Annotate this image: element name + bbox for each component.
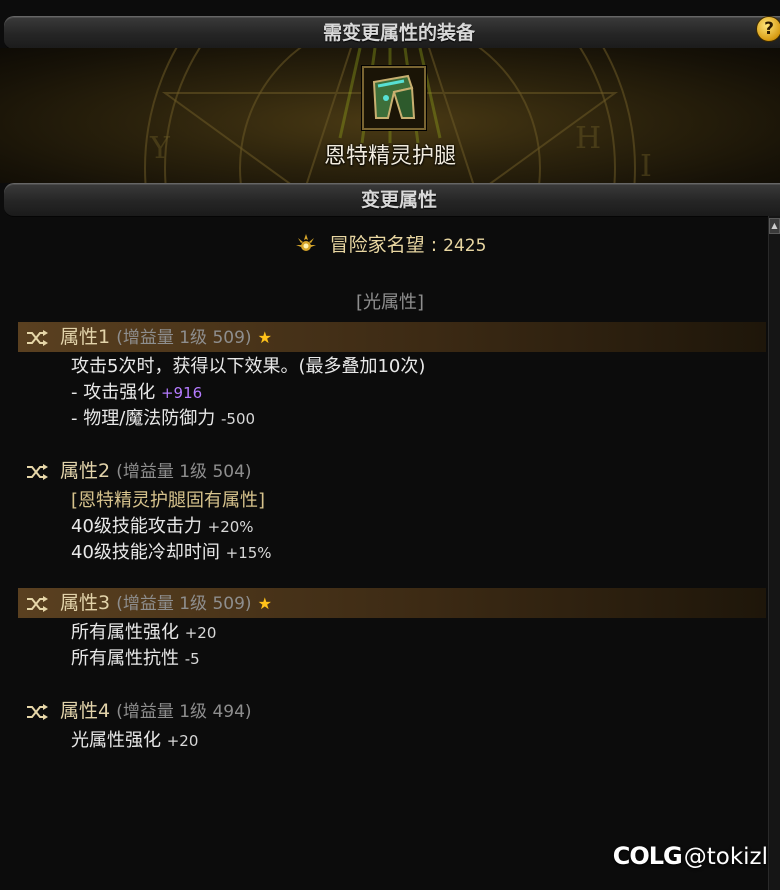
item-banner: H I Y 恩特精灵护腿 bbox=[0, 48, 780, 183]
effect-text: 40级技能冷却时间 bbox=[71, 542, 226, 563]
attribute-title-row[interactable]: 属性3 (增益量 1级 509) ★ bbox=[18, 588, 766, 618]
adventurer-fame-row: 冒险家名望 : 2425 bbox=[0, 230, 780, 259]
attribute-option-3[interactable]: 属性3 (增益量 1级 509) ★ 所有属性强化 +20 所有属性抗性 -5 bbox=[18, 588, 766, 672]
attribute-name: 属性2 bbox=[60, 460, 111, 482]
star-icon: ★ bbox=[257, 328, 272, 347]
item-icon-slot[interactable] bbox=[362, 66, 426, 130]
attribute-option-1[interactable]: 属性1 (增益量 1级 509) ★ 攻击5次时，获得以下效果。(最多叠加10次… bbox=[18, 322, 766, 432]
shuffle-icon bbox=[26, 699, 48, 729]
effect-value: +20% bbox=[207, 518, 254, 536]
effect-line: 所有属性强化 +20 bbox=[71, 620, 766, 646]
effect-value: +916 bbox=[160, 384, 203, 402]
help-icon[interactable]: ? bbox=[756, 16, 780, 42]
watermark-handle: @tokizl bbox=[683, 844, 768, 870]
fame-value: 2425 bbox=[443, 236, 487, 256]
fame-label: 冒险家名望 bbox=[329, 234, 425, 256]
effect-value: -500 bbox=[221, 410, 256, 428]
shuffle-icon bbox=[26, 459, 48, 489]
attribute-name: 属性4 bbox=[60, 700, 111, 722]
effect-value: +15% bbox=[225, 544, 272, 562]
attribute-option-4[interactable]: 属性4 (增益量 1级 494) 光属性强化 +20 bbox=[18, 696, 766, 754]
attribute-name: 属性3 bbox=[60, 592, 111, 614]
attribute-title-row[interactable]: 属性1 (增益量 1级 509) ★ bbox=[18, 322, 766, 352]
colg-logo: COLG bbox=[612, 842, 683, 870]
effect-line: [恩特精灵护腿固有属性] bbox=[71, 488, 766, 514]
effect-text: - 物理/魔法防御力 bbox=[71, 408, 222, 429]
fame-separator: : bbox=[430, 234, 438, 256]
effect-value: +20 bbox=[166, 732, 199, 750]
attribute-effects: [恩特精灵护腿固有属性] 40级技能攻击力 +20% 40级技能冷却时间 +15… bbox=[18, 488, 766, 566]
effect-value: +20 bbox=[184, 624, 217, 642]
equipment-section-header: 需变更属性的装备 bbox=[4, 16, 780, 50]
effect-text: - 攻击强化 bbox=[71, 382, 161, 403]
scroll-up-arrow-icon[interactable]: ▲ bbox=[769, 218, 780, 234]
attribute-effects: 光属性强化 +20 bbox=[18, 728, 766, 754]
scrollbar[interactable]: ▲ bbox=[768, 216, 780, 890]
effect-value: -5 bbox=[184, 650, 200, 668]
effect-text: 40级技能攻击力 bbox=[71, 516, 208, 537]
leg-armor-icon bbox=[364, 68, 424, 128]
effect-line: 光属性强化 +20 bbox=[71, 728, 766, 754]
fame-emblem-icon bbox=[294, 232, 318, 259]
attribute-meta: (增益量 1级 509) bbox=[116, 328, 252, 348]
shuffle-icon bbox=[26, 325, 48, 355]
effect-line: - 物理/魔法防御力 -500 bbox=[71, 406, 766, 432]
shuffle-icon bbox=[26, 591, 48, 621]
attribute-name: 属性1 bbox=[60, 326, 111, 348]
effect-text: [恩特精灵护腿固有属性] bbox=[71, 490, 266, 511]
effect-text: 光属性强化 bbox=[71, 730, 167, 751]
attribute-meta: (增益量 1级 494) bbox=[116, 702, 252, 722]
effect-text: 攻击5次时，获得以下效果。(最多叠加10次) bbox=[71, 356, 426, 377]
attribute-option-2[interactable]: 属性2 (增益量 1级 504) [恩特精灵护腿固有属性] 40级技能攻击力 +… bbox=[18, 456, 766, 566]
attribute-meta: (增益量 1级 504) bbox=[116, 462, 252, 482]
change-attributes-title: 变更属性 bbox=[360, 189, 437, 211]
watermark: COLG@tokizl bbox=[613, 842, 768, 870]
effect-line: 40级技能攻击力 +20% bbox=[71, 514, 766, 540]
effect-line: - 攻击强化 +916 bbox=[71, 380, 766, 406]
effect-text: 所有属性抗性 bbox=[71, 648, 185, 669]
effect-line: 所有属性抗性 -5 bbox=[71, 646, 766, 672]
equipment-section-title: 需变更属性的装备 bbox=[322, 22, 475, 44]
attribute-title-row[interactable]: 属性2 (增益量 1级 504) bbox=[18, 456, 766, 486]
attribute-title-row[interactable]: 属性4 (增益量 1级 494) bbox=[18, 696, 766, 726]
element-type-label: [光属性] bbox=[355, 292, 425, 313]
item-name: 恩特精灵护腿 bbox=[323, 144, 456, 169]
attribute-effects: 攻击5次时，获得以下效果。(最多叠加10次) - 攻击强化 +916 - 物理/… bbox=[18, 354, 766, 432]
attribute-list-panel: 冒险家名望 : 2425 [光属性] 属性1 (增益量 1级 509) ★ 攻击… bbox=[0, 216, 766, 890]
attribute-meta: (增益量 1级 509) bbox=[116, 594, 252, 614]
effect-text: 所有属性强化 bbox=[71, 622, 185, 643]
change-attributes-header: 变更属性 bbox=[4, 183, 780, 217]
effect-line: 攻击5次时，获得以下效果。(最多叠加10次) bbox=[71, 354, 766, 380]
star-icon: ★ bbox=[257, 594, 272, 613]
attribute-effects: 所有属性强化 +20 所有属性抗性 -5 bbox=[18, 620, 766, 672]
effect-line: 40级技能冷却时间 +15% bbox=[71, 540, 766, 566]
